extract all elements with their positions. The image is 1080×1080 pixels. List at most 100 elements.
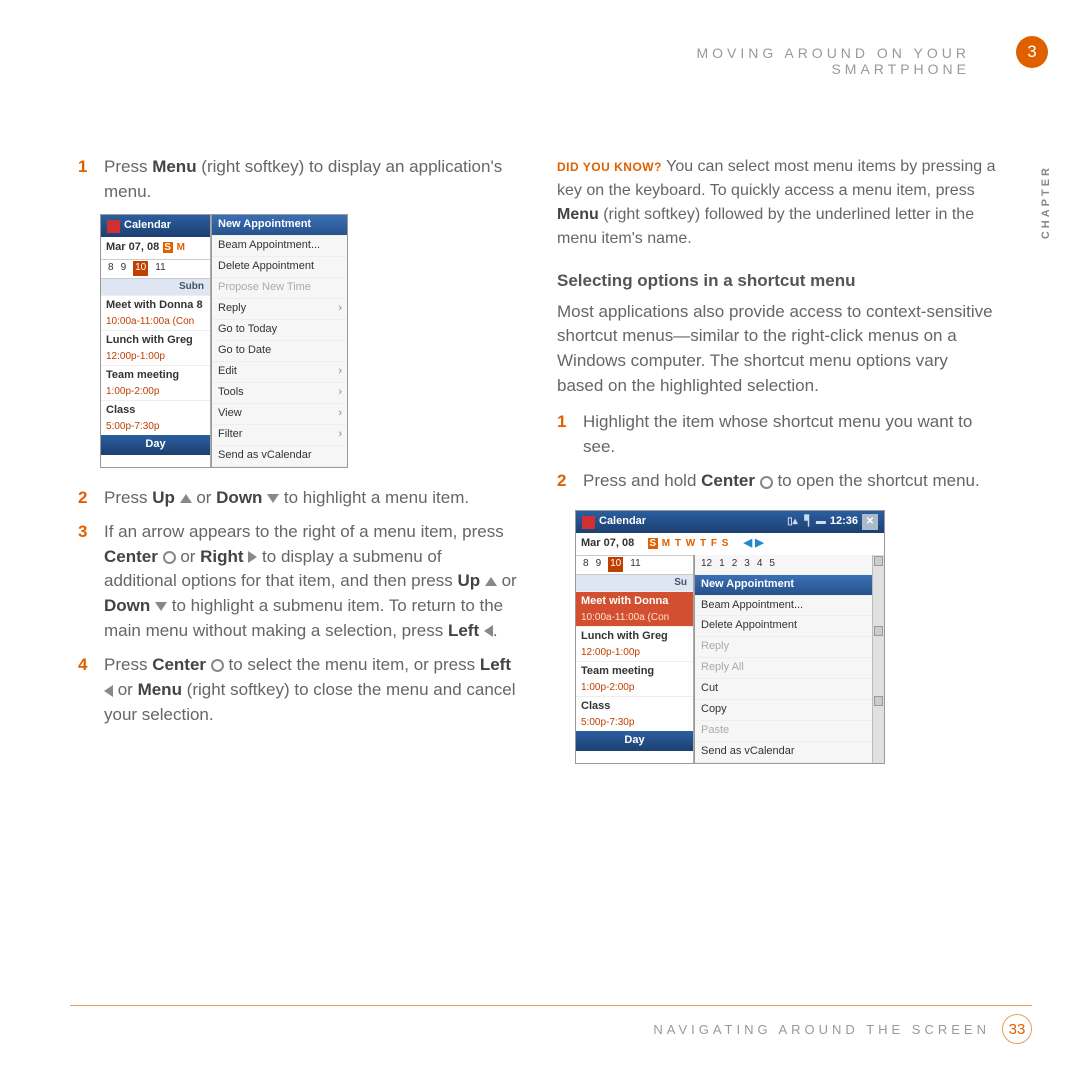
start-icon <box>107 220 120 233</box>
key-menu: Menu <box>138 680 182 699</box>
body-paragraph: Most applications also provide access to… <box>557 300 998 399</box>
event-row: Class5:00p-7:30p <box>101 400 210 435</box>
content-columns: 1 Press Menu (right softkey) to display … <box>78 155 998 782</box>
left-icon <box>104 685 113 697</box>
left-column: 1 Press Menu (right softkey) to display … <box>78 155 519 782</box>
down-icon <box>155 602 167 611</box>
page-number: 33 <box>1002 1014 1032 1044</box>
step-2: 2 Press Up or Down to highlight a menu i… <box>78 486 519 511</box>
key-left: Left <box>448 621 479 640</box>
app-menu: New Appointment Beam Appointment... Dele… <box>211 215 347 466</box>
menu-item[interactable]: New Appointment <box>212 215 347 236</box>
key-center: Center <box>701 471 755 490</box>
down-icon <box>267 494 279 503</box>
menu-item[interactable]: Tools <box>212 383 347 404</box>
key-center: Center <box>152 655 206 674</box>
step-body: Press Center to select the menu item, or… <box>104 653 519 727</box>
step-body: Press and hold Center to open the shortc… <box>583 469 998 494</box>
key-down: Down <box>104 596 150 615</box>
date: Mar 07, 08 <box>106 240 159 256</box>
menu-item[interactable]: Reply <box>212 299 347 320</box>
footer-section: NAVIGATING AROUND THE SCREEN <box>653 1022 990 1037</box>
menu-item[interactable]: Send as vCalendar <box>212 446 347 467</box>
step-body: Highlight the item whose shortcut menu y… <box>583 410 998 459</box>
menu-item[interactable]: Go to Today <box>212 320 347 341</box>
key-down: Down <box>216 488 262 507</box>
menu-item[interactable]: Delete Appointment <box>695 616 872 637</box>
menu-item[interactable]: New Appointment <box>695 575 872 596</box>
step-body: Press Up or Down to highlight a menu ite… <box>104 486 519 511</box>
tip-label: DID YOU KNOW? <box>557 160 662 174</box>
right-icon <box>248 551 257 563</box>
key-menu: Menu <box>557 206 599 223</box>
menu-item[interactable]: Copy <box>695 700 872 721</box>
center-icon <box>163 551 176 564</box>
tip-box: DID YOU KNOW? You can select most menu i… <box>557 155 998 251</box>
subject-header: Su <box>576 575 693 592</box>
step-1: 1 Press Menu (right softkey) to display … <box>78 155 519 204</box>
step-number: 4 <box>78 653 96 727</box>
dow-row: S M <box>163 241 186 256</box>
app-title: Calendar <box>599 514 646 530</box>
menu-item-disabled: Reply <box>695 637 872 658</box>
event-row: Meet with Donna 810:00a-11:00a (Con <box>101 295 210 330</box>
footer: NAVIGATING AROUND THE SCREEN 33 <box>70 1005 1032 1044</box>
shortcut-menu: 1212345 New Appointment Beam Appointment… <box>694 555 872 763</box>
center-icon <box>211 659 224 672</box>
scrollbar[interactable] <box>872 555 884 763</box>
step-4: 4 Press Center to select the menu item, … <box>78 653 519 727</box>
right-column: DID YOU KNOW? You can select most menu i… <box>557 155 998 782</box>
chapter-badge: 3 <box>1016 36 1048 68</box>
close-icon[interactable]: ✕ <box>862 514 878 530</box>
clock: 12:36 <box>830 514 858 530</box>
menu-item[interactable]: Delete Appointment <box>212 257 347 278</box>
step-body: If an arrow appears to the right of a me… <box>104 520 519 643</box>
up-icon <box>485 577 497 586</box>
menu-item[interactable]: Go to Date <box>212 341 347 362</box>
menu-item-disabled: Paste <box>695 721 872 742</box>
event-row: Class5:00p-7:30p <box>576 696 693 731</box>
up-icon <box>180 494 192 503</box>
app-title: Calendar <box>124 218 171 234</box>
key-up: Up <box>457 571 480 590</box>
key-right: Right <box>200 547 243 566</box>
screenshot-calendar-menu: Calendar Mar 07, 08 S M 891011 Subn Meet… <box>100 214 348 467</box>
menu-item-disabled: Reply All <box>695 658 872 679</box>
softkey-day: Day <box>576 731 693 751</box>
menu-item-disabled: Propose New Time <box>212 278 347 299</box>
chapter-label: CHAPTER <box>1040 165 1052 239</box>
step-body: Press Menu (right softkey) to display an… <box>104 155 519 204</box>
dow-row: S M T W T F S <box>648 537 729 552</box>
menu-item[interactable]: Send as vCalendar <box>695 742 872 763</box>
step-number: 2 <box>78 486 96 511</box>
start-icon <box>582 516 595 529</box>
softkey-day: Day <box>101 435 210 455</box>
date: Mar 07, 08 <box>581 536 634 552</box>
center-icon <box>760 476 773 489</box>
menu-item[interactable]: Filter <box>212 425 347 446</box>
menu-item[interactable]: Edit <box>212 362 347 383</box>
step-number: 2 <box>557 469 575 494</box>
event-row: Lunch with Greg12:00p-1:00p <box>101 330 210 365</box>
menu-item[interactable]: Beam Appointment... <box>695 596 872 617</box>
event-row: Team meeting1:00p-2:00p <box>576 661 693 696</box>
event-row-selected[interactable]: Meet with Donna10:00a-11:00a (Con <box>576 591 693 626</box>
subject-header: Subn <box>101 279 210 296</box>
key-menu: Menu <box>152 157 196 176</box>
section-heading: Selecting options in a shortcut menu <box>557 269 998 294</box>
key-up: Up <box>152 488 175 507</box>
step-r1: 1 Highlight the item whose shortcut menu… <box>557 410 998 459</box>
screenshot-shortcut-menu: Calendar ▯▴ ▝▏▬ 12:36✕ Mar 07, 08 S M T … <box>575 510 885 764</box>
menu-item[interactable]: Beam Appointment... <box>212 236 347 257</box>
left-icon <box>484 625 493 637</box>
step-number: 1 <box>78 155 96 204</box>
running-header: MOVING AROUND ON YOUR SMARTPHONE <box>570 45 970 77</box>
signal-icon: ▯▴ ▝▏▬ <box>787 515 826 530</box>
step-r2: 2 Press and hold Center to open the shor… <box>557 469 998 494</box>
step-number: 3 <box>78 520 96 643</box>
step-3: 3 If an arrow appears to the right of a … <box>78 520 519 643</box>
step-number: 1 <box>557 410 575 459</box>
menu-item[interactable]: Cut <box>695 679 872 700</box>
event-row: Team meeting1:00p-2:00p <box>101 365 210 400</box>
menu-item[interactable]: View <box>212 404 347 425</box>
